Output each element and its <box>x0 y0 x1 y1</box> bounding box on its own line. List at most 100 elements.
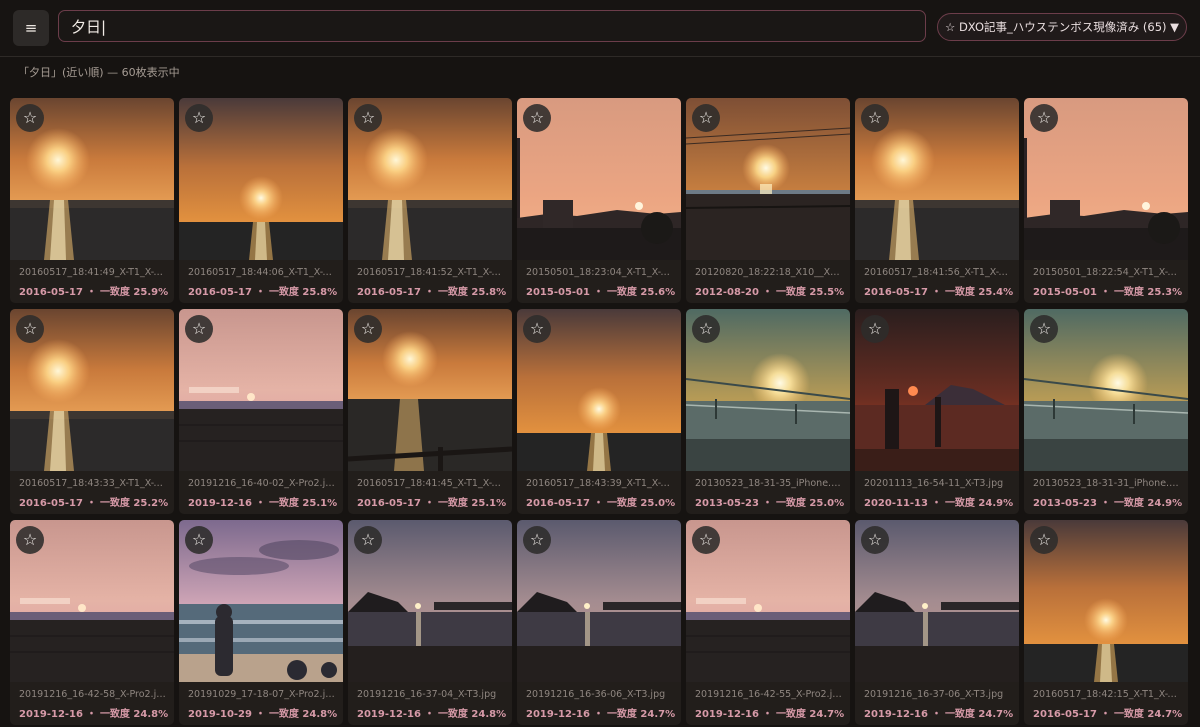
favorite-button[interactable]: ☆ <box>861 315 889 343</box>
star-outline-icon: ☆ <box>360 319 376 338</box>
meta-separator: ・ <box>589 498 607 509</box>
photo-card[interactable]: ☆ 20160517_18:42:15_X-T1_X-T1.jpg 2016-0… <box>1024 520 1188 725</box>
photo-meta: 2016-05-17 ・ 一致度 25.2% <box>19 494 171 509</box>
photo-date: 2016-05-17 <box>19 287 83 298</box>
hamburger-menu-button[interactable]: ≡ <box>13 10 49 46</box>
top-bar: ≡ ☆ DXO記事_ハウステンボス現像済み (65) ▼ <box>0 0 1200 57</box>
photo-meta: 2020-11-13 ・ 一致度 24.9% <box>864 494 1016 509</box>
star-outline-icon: ☆ <box>698 319 714 338</box>
hamburger-icon: ≡ <box>24 19 38 37</box>
photo-card[interactable]: ☆ 20191216_16-40-02_X-Pro2.jpg 2019-12-1… <box>179 309 343 514</box>
photo-date: 2019-10-29 <box>188 709 252 720</box>
photo-meta: 2019-12-16 ・ 一致度 24.8% <box>19 705 171 720</box>
favorite-button[interactable]: ☆ <box>16 315 44 343</box>
meta-separator: ・ <box>927 287 945 298</box>
favorite-button[interactable]: ☆ <box>1030 315 1058 343</box>
photo-filename: 20160517_18:41:49_X-T1_X-T1.jpg <box>19 267 167 278</box>
meta-separator: ・ <box>251 498 269 509</box>
photo-date: 2019-12-16 <box>357 709 421 720</box>
meta-separator: ・ <box>589 709 607 720</box>
match-score: 一致度 25.0% <box>606 498 676 509</box>
photo-filename: 20150501_18:22:54_X-T1_X-T1.jpg <box>1033 267 1181 278</box>
meta-separator: ・ <box>420 498 438 509</box>
photo-card[interactable]: ☆ 20160517_18:41:52_X-T1_X-T1.jpg 2016-0… <box>348 98 512 303</box>
photo-filename: 20191216_16-37-06_X-T3.jpg <box>864 689 1004 700</box>
photo-meta: 2016-05-17 ・ 一致度 25.8% <box>188 283 340 298</box>
photo-card[interactable]: ☆ 20191216_16-42-58_X-Pro2.jpg 2019-12-1… <box>10 520 174 725</box>
photo-filename: 20160517_18:41:45_X-T1_X-T1.jpg <box>357 478 505 489</box>
meta-separator: ・ <box>1096 287 1114 298</box>
photo-date: 2015-05-01 <box>1033 287 1097 298</box>
favorite-button[interactable]: ☆ <box>354 526 382 554</box>
favorite-button[interactable]: ☆ <box>16 104 44 132</box>
photo-date: 2019-12-16 <box>864 709 928 720</box>
photo-filename: 20160517_18:43:39_X-T1_X-T1.jpg <box>526 478 674 489</box>
favorite-button[interactable]: ☆ <box>16 526 44 554</box>
photo-card[interactable]: ☆ 20160517_18:41:56_X-T1_X-T1.jpg 2016-0… <box>855 98 1019 303</box>
photo-card[interactable]: ☆ 20120820_18:22:18_X10__X10.jpg 2012-08… <box>686 98 850 303</box>
photo-card[interactable]: ☆ 20191029_17-18-07_X-Pro2.jpg 2019-10-2… <box>179 520 343 725</box>
star-outline-icon: ☆ <box>191 108 207 127</box>
match-score: 一致度 24.7% <box>775 709 845 720</box>
photo-card[interactable]: ☆ 20160517_18:44:06_X-T1_X-T1.jpg 2016-0… <box>179 98 343 303</box>
star-outline-icon: ☆ <box>22 319 38 338</box>
photo-filename: 20191216_16-36-06_X-T3.jpg <box>526 689 666 700</box>
favorite-button[interactable]: ☆ <box>354 315 382 343</box>
photo-meta: 2016-05-17 ・ 一致度 25.0% <box>526 494 678 509</box>
photo-card[interactable]: ☆ 20160517_18:41:49_X-T1_X-T1.jpg 2016-0… <box>10 98 174 303</box>
star-outline-icon: ☆ <box>529 319 545 338</box>
photo-card[interactable]: ☆ 20130523_18-31-31_iPhone.jpg 2013-05-2… <box>1024 309 1188 514</box>
favorite-button[interactable]: ☆ <box>523 104 551 132</box>
favorite-button[interactable]: ☆ <box>185 104 213 132</box>
photo-card[interactable]: ☆ 20160517_18:43:39_X-T1_X-T1.jpg 2016-0… <box>517 309 681 514</box>
photo-meta: 2016-05-17 ・ 一致度 25.1% <box>357 494 509 509</box>
photo-card[interactable]: ☆ 20130523_18-31-35_iPhone.jpg 2013-05-2… <box>686 309 850 514</box>
match-score: 一致度 25.6% <box>606 287 676 298</box>
photo-meta: 2019-12-16 ・ 一致度 24.8% <box>357 705 509 720</box>
favorite-button[interactable]: ☆ <box>523 315 551 343</box>
favorite-button[interactable]: ☆ <box>185 526 213 554</box>
star-outline-icon: ☆ <box>867 108 883 127</box>
favorite-button[interactable]: ☆ <box>185 315 213 343</box>
photo-card[interactable]: ☆ 20160517_18:43:33_X-T1_X-T1.jpg 2016-0… <box>10 309 174 514</box>
photo-meta: 2013-05-23 ・ 一致度 25.0% <box>695 494 847 509</box>
photo-filename: 20191216_16-37-04_X-T3.jpg <box>357 689 497 700</box>
favorite-button[interactable]: ☆ <box>861 104 889 132</box>
meta-separator: ・ <box>758 498 776 509</box>
favorite-button[interactable]: ☆ <box>1030 526 1058 554</box>
photo-card[interactable]: ☆ 20150501_18:23:04_X-T1_X-T1.jpg 2015-0… <box>517 98 681 303</box>
star-outline-icon: ☆ <box>191 319 207 338</box>
meta-separator: ・ <box>758 709 776 720</box>
match-score: 一致度 24.7% <box>1113 709 1183 720</box>
search-input[interactable] <box>58 10 926 42</box>
meta-separator: ・ <box>927 709 945 720</box>
meta-separator: ・ <box>420 709 438 720</box>
photo-meta: 2016-05-17 ・ 一致度 25.4% <box>864 283 1016 298</box>
album-selector[interactable]: ☆ DXO記事_ハウステンボス現像済み (65) ▼ <box>937 13 1187 41</box>
favorite-button[interactable]: ☆ <box>861 526 889 554</box>
photo-meta: 2019-10-29 ・ 一致度 24.8% <box>188 705 340 720</box>
favorite-button[interactable]: ☆ <box>692 104 720 132</box>
photo-card[interactable]: ☆ 20191216_16-36-06_X-T3.jpg 2019-12-16 … <box>517 520 681 725</box>
photo-card[interactable]: ☆ 20191216_16-42-55_X-Pro2.jpg 2019-12-1… <box>686 520 850 725</box>
match-score: 一致度 24.9% <box>944 498 1014 509</box>
photo-card[interactable]: ☆ 20150501_18:22:54_X-T1_X-T1.jpg 2015-0… <box>1024 98 1188 303</box>
photo-card[interactable]: ☆ 20191216_16-37-06_X-T3.jpg 2019-12-16 … <box>855 520 1019 725</box>
photo-filename: 20201113_16-54-11_X-T3.jpg <box>864 478 1004 489</box>
photo-card[interactable]: ☆ 20160517_18:41:45_X-T1_X-T1.jpg 2016-0… <box>348 309 512 514</box>
favorite-button[interactable]: ☆ <box>354 104 382 132</box>
favorite-button[interactable]: ☆ <box>523 526 551 554</box>
photo-meta: 2016-05-17 ・ 一致度 24.7% <box>1033 705 1185 720</box>
photo-date: 2016-05-17 <box>1033 709 1097 720</box>
photo-date: 2016-05-17 <box>864 287 928 298</box>
favorite-button[interactable]: ☆ <box>1030 104 1058 132</box>
favorite-button[interactable]: ☆ <box>692 526 720 554</box>
photo-date: 2016-05-17 <box>188 287 252 298</box>
photo-meta: 2015-05-01 ・ 一致度 25.6% <box>526 283 678 298</box>
photo-card[interactable]: ☆ 20201113_16-54-11_X-T3.jpg 2020-11-13 … <box>855 309 1019 514</box>
match-score: 一致度 24.8% <box>437 709 507 720</box>
photo-card[interactable]: ☆ 20191216_16-37-04_X-T3.jpg 2019-12-16 … <box>348 520 512 725</box>
favorite-button[interactable]: ☆ <box>692 315 720 343</box>
photo-filename: 20130523_18-31-35_iPhone.jpg <box>695 478 843 489</box>
photo-meta: 2016-05-17 ・ 一致度 25.8% <box>357 283 509 298</box>
